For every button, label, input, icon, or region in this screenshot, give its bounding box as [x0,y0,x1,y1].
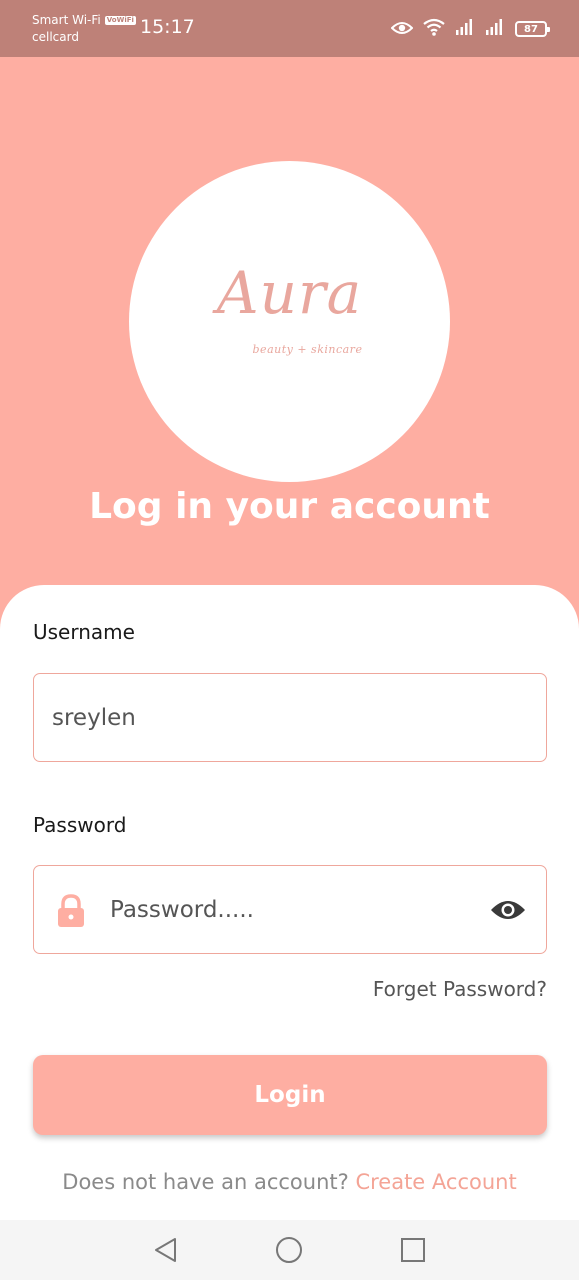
username-label: Username [33,620,135,644]
carrier-info: Smart Wi-Fi VoWiFi cellcard [32,12,136,46]
page-title: Log in your account [89,486,490,527]
home-icon[interactable] [275,1236,303,1268]
eye-icon[interactable] [490,898,526,926]
back-icon[interactable] [152,1236,178,1268]
signup-prompt: Does not have an account? Create Account [0,1170,579,1194]
password-placeholder: Password..... [110,896,254,923]
navigation-bar [0,1220,579,1280]
login-button[interactable]: Login [33,1055,547,1135]
wifi-icon [423,18,445,40]
eye-icon [390,20,414,39]
logo-tagline: beauty + skincare [252,343,363,356]
battery-icon: 87 [515,21,550,37]
create-account-link[interactable]: Create Account [355,1170,516,1194]
username-value: sreylen [52,704,136,731]
password-field[interactable]: Password..... [33,865,547,954]
status-time: 15:17 [140,16,195,38]
app-logo: Aura beauty + skincare [129,161,450,482]
signal-icon [485,19,505,39]
lock-icon [56,894,86,932]
signup-prompt-text: Does not have an account? [62,1170,349,1194]
forgot-password-link[interactable]: Forget Password? [373,977,547,1001]
vowifi-badge: VoWiFi [104,16,136,25]
password-label: Password [33,813,127,837]
username-field[interactable]: sreylen [33,673,547,762]
logo-wordmark: Aura [216,259,363,327]
signal-icon [455,19,475,39]
carrier-name-secondary: cellcard [32,30,79,44]
recents-icon[interactable] [400,1236,426,1268]
carrier-name: Smart Wi-Fi [32,13,101,27]
battery-level: 87 [524,23,538,35]
status-icons: 87 [390,18,550,40]
status-bar: Smart Wi-Fi VoWiFi cellcard 15:17 87 [0,0,579,57]
